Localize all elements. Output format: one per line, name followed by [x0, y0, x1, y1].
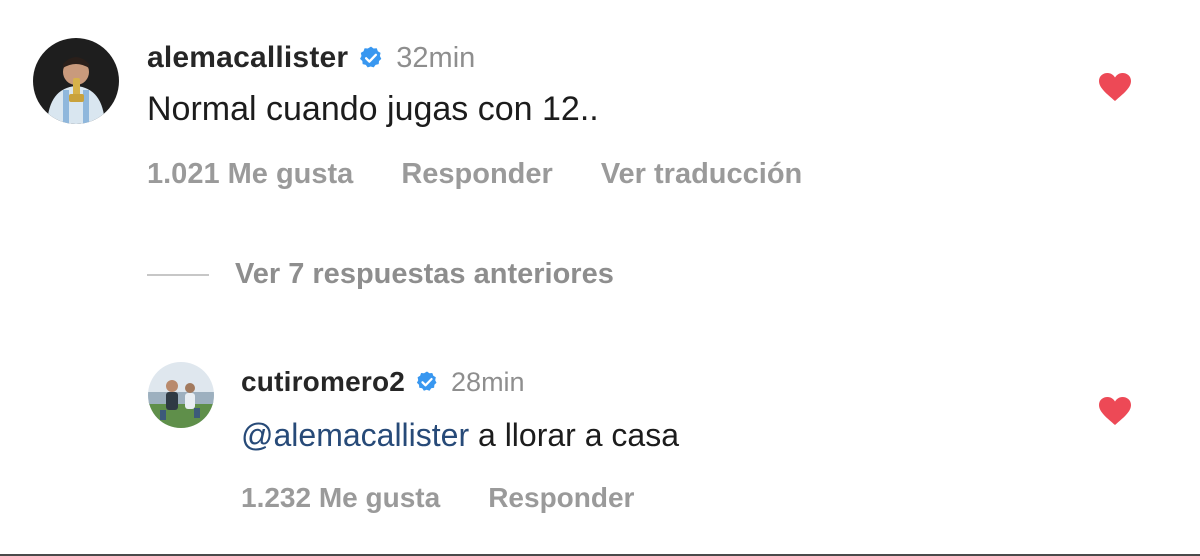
reply-actions: 1.232 Me gusta Responder — [241, 482, 634, 514]
comment-actions: 1.021 Me gusta Responder Ver traducción — [147, 158, 802, 191]
reply-time: 28min — [451, 366, 525, 397]
avatar-cutiromero2[interactable] — [148, 362, 214, 428]
like-heart-icon[interactable] — [1098, 396, 1132, 426]
comment-header: alemacallister 32min — [147, 38, 475, 78]
verified-badge-icon — [358, 45, 384, 71]
reply-text: @alemacallister a llorar a casa — [241, 417, 679, 454]
avatar-alemacallister[interactable] — [33, 38, 119, 124]
verified-badge-icon — [415, 370, 439, 394]
mention-link[interactable]: @alemacallister — [241, 417, 469, 453]
like-heart-icon[interactable] — [1098, 72, 1132, 102]
view-previous-replies-button[interactable]: Ver 7 respuestas anteriores — [147, 258, 614, 291]
replies-divider-line — [147, 273, 209, 276]
reply-username[interactable]: cutiromero2 — [241, 366, 405, 398]
reply-button[interactable]: Responder — [488, 482, 634, 514]
view-replies-label: Ver 7 respuestas anteriores — [235, 258, 614, 290]
reply-button[interactable]: Responder — [401, 158, 552, 191]
comment-time: 32min — [396, 41, 476, 74]
username[interactable]: alemacallister — [147, 41, 348, 75]
reply-header: cutiromero2 28min — [241, 364, 525, 400]
comment-text: Normal cuando jugas con 12.. — [147, 90, 599, 128]
comments-section: alemacallister 32min Normal cuando jugas… — [0, 0, 1200, 556]
likes-count[interactable]: 1.021 Me gusta — [147, 158, 353, 191]
see-translation-button[interactable]: Ver traducción — [601, 158, 802, 191]
reply-text-body: a llorar a casa — [469, 417, 679, 453]
reply-likes-count[interactable]: 1.232 Me gusta — [241, 482, 440, 514]
